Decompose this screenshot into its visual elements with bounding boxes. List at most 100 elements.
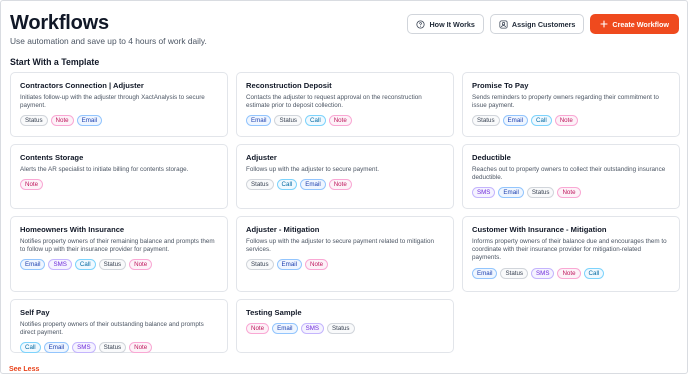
tag-call: Call [74,259,96,271]
tag-status: Status [246,259,274,271]
tag-email: Email [43,342,70,354]
tag-email: Email [498,187,524,199]
tag-email: Email [272,323,298,334]
template-tags: Email Status Call Note [246,115,444,127]
tag-email: Email [76,115,103,127]
tag-call: Call [20,342,41,354]
template-card[interactable]: Testing Sample Note Email SMS Status [236,299,454,353]
tag-sms: SMS [472,187,496,199]
tag-email: Email [472,267,498,279]
tag-email: Email [276,259,303,271]
tag-email: Email [502,115,529,127]
template-tags: Note [20,179,218,191]
template-description: Notifies property owners of their remain… [20,238,215,254]
template-title: Customer With Insurance - Mitigation [472,225,607,234]
template-title: Deductible [472,153,511,162]
template-title: Contractors Connection | Adjuster [20,81,144,90]
template-tags: Email SMS Call Status Note [20,259,218,271]
template-description: Reaches out to property owners to collec… [472,166,666,182]
question-circle-icon [416,19,426,29]
tag-email: Email [246,115,272,127]
tag-email: Email [20,259,46,271]
tag-sms: SMS [531,267,555,279]
template-title: Testing Sample [246,308,302,317]
template-tags: Status Email Call Note [472,115,670,127]
tag-status: Status [98,342,127,354]
template-card[interactable]: Self Pay Notifies property owners of thei… [10,299,228,354]
tag-note: Note [129,259,153,271]
template-title: Reconstruction Deposit [246,81,332,90]
template-title: Adjuster - Mitigation [246,225,320,234]
template-tags: Email Status SMS Note Call [472,267,670,279]
page-subtitle: Use automation and save up to 4 hours of… [10,36,207,46]
tag-status: Status [500,267,529,279]
template-tags: Status Note Email [20,115,218,127]
user-icon [499,19,508,29]
tag-status: Status [472,115,500,127]
tag-note: Note [328,115,352,127]
tag-sms: SMS [72,342,96,354]
template-title: Contents Storage [20,153,84,162]
header-actions: How It Works Assign Customers Create Wor… [407,14,679,34]
template-card[interactable]: Reconstruction Deposit Contacts the adjus… [236,72,454,137]
template-card[interactable]: Deductible Reaches out to property owners… [462,144,680,209]
template-title: Homeowners With Insurance [20,225,125,234]
workflows-panel: Workflows Use automation and save up to … [0,0,688,374]
template-card[interactable]: Adjuster - Mitigation Follows up with the… [236,216,454,292]
create-workflow-button[interactable]: Create Workflow [590,14,679,34]
template-card[interactable]: Promise To Pay Sends reminders to propert… [462,72,680,137]
how-it-works-label: How It Works [429,19,475,29]
tag-sms: SMS [48,259,72,271]
template-grid: Contractors Connection | Adjuster Initiat… [10,72,680,354]
tag-note: Note [305,259,329,271]
template-description: Follows up with the adjuster to secure p… [246,166,380,173]
template-tags: Call Email SMS Status Note [20,342,218,354]
tag-note: Note [554,115,578,127]
template-description: Initiates follow-up with the adjuster th… [20,94,205,110]
assign-customers-label: Assign Customers [511,19,576,29]
template-card[interactable]: Contents Storage Alerts the AR specialist… [10,144,228,209]
assign-customers-button[interactable]: Assign Customers [489,14,585,34]
tag-status: Status [20,115,48,127]
tag-status: Status [326,323,355,334]
tag-call: Call [583,267,605,279]
plus-icon [600,20,608,28]
tag-note: Note [557,187,581,199]
tag-email: Email [300,179,326,191]
tag-note: Note [246,323,270,334]
how-it-works-button[interactable]: How It Works [407,14,484,34]
template-description: Sends reminders to property owners regar… [472,94,659,110]
template-description: Alerts the AR specialist to initiate bil… [20,166,189,173]
tag-note: Note [20,179,44,191]
tag-note: Note [328,179,352,191]
see-less-link[interactable]: See Less [9,366,39,373]
template-description: Follows up with the adjuster to secure p… [246,238,434,254]
tag-note: Note [129,342,153,354]
tag-note: Note [557,267,581,279]
template-title: Promise To Pay [472,81,529,90]
template-card[interactable]: Customer With Insurance - Mitigation Info… [462,216,680,292]
template-tags: Status Email Note [246,259,444,271]
tag-call: Call [276,179,298,191]
tag-status: Status [526,187,555,199]
template-title: Adjuster [246,153,277,162]
template-card[interactable]: Contractors Connection | Adjuster Initiat… [10,72,228,137]
tag-status: Status [98,259,127,271]
template-description: Informs property owners of their balance… [472,238,667,262]
template-description: Notifies property owners of their outsta… [20,321,204,337]
template-tags: Note Email SMS Status [246,323,444,334]
section-title: Start With a Template [10,57,100,67]
template-tags: SMS Email Status Note [472,187,670,199]
template-card[interactable]: Homeowners With Insurance Notifies proper… [10,216,228,292]
tag-status: Status [246,179,274,191]
tag-status: Status [274,115,303,127]
page-title: Workflows [10,12,109,34]
tag-call: Call [305,115,326,127]
template-title: Self Pay [20,308,50,317]
template-card[interactable]: Adjuster Follows up with the adjuster to … [236,144,454,209]
template-tags: Status Call Email Note [246,179,444,191]
tag-note: Note [50,115,74,127]
template-description: Contacts the adjuster to request approva… [246,94,422,110]
tag-call: Call [531,115,552,127]
create-workflow-label: Create Workflow [612,19,669,29]
